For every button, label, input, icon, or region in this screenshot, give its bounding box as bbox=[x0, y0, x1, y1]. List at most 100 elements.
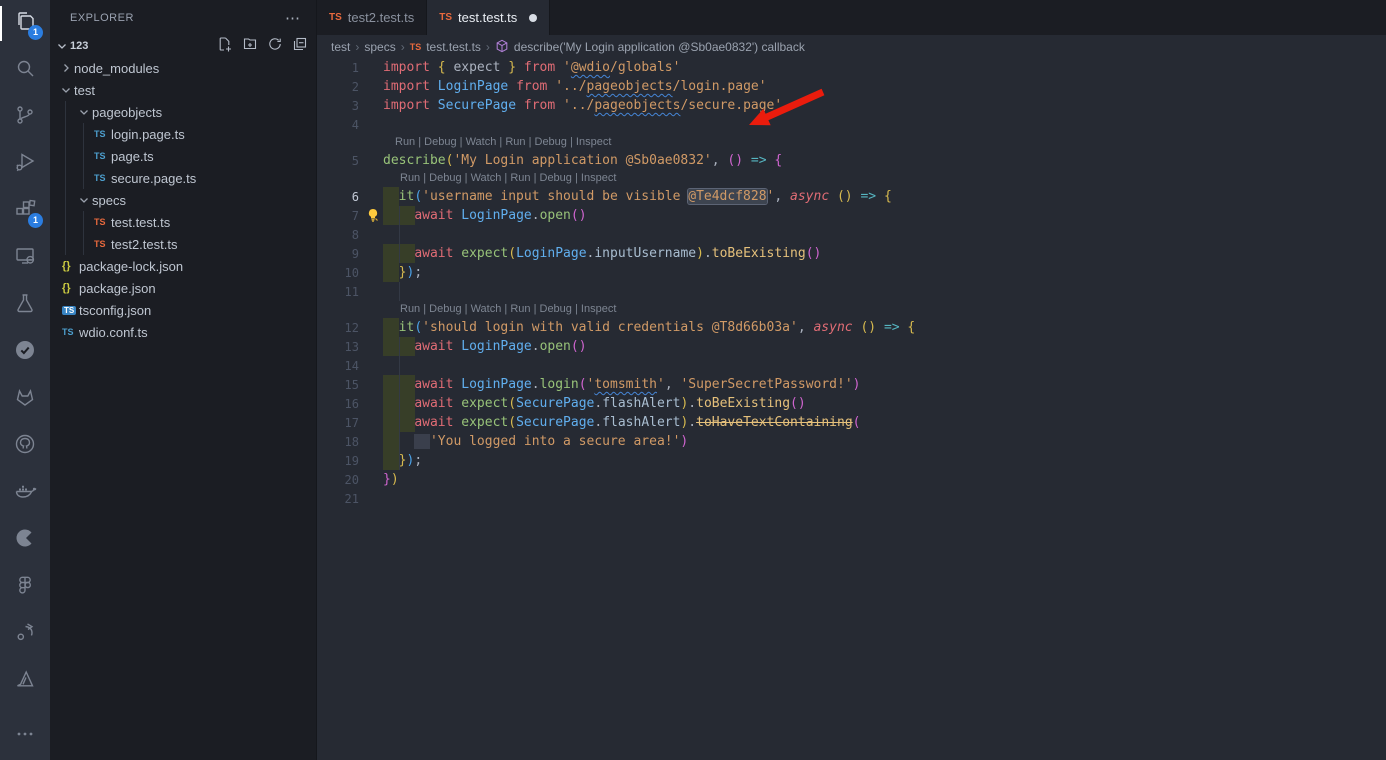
line-number: 5 bbox=[317, 154, 365, 168]
codelens-debug-link[interactable]: Debug bbox=[429, 303, 461, 315]
json-file-icon: {} bbox=[62, 282, 79, 294]
glyph-margin bbox=[365, 282, 383, 301]
codelens-watch-link[interactable]: Watch bbox=[471, 303, 502, 315]
breadcrumb-folder[interactable]: specs bbox=[364, 40, 395, 54]
typescript-icon: TS bbox=[410, 42, 422, 52]
codelens-watch-link[interactable]: Watch bbox=[466, 136, 497, 148]
new-file-icon[interactable] bbox=[217, 36, 233, 57]
activity-bar-spacer bbox=[0, 705, 50, 713]
tree-item-page.ts[interactable]: TSpage.ts bbox=[50, 145, 316, 167]
code-line-10: 10 }); bbox=[317, 263, 1386, 282]
tab-test2.test.ts[interactable]: TS test2.test.ts bbox=[317, 0, 427, 35]
code-line-13: 13 await LoginPage.open() bbox=[317, 337, 1386, 356]
codelens-debug-link[interactable]: Debug bbox=[540, 303, 572, 315]
activity-extensions[interactable]: 1 bbox=[0, 188, 50, 235]
codelens-run-link[interactable]: Run bbox=[400, 303, 420, 315]
activity-figma[interactable] bbox=[0, 564, 50, 611]
codelens-inspect-link[interactable]: Inspect bbox=[576, 136, 611, 148]
tree-item-label: test2.test.ts bbox=[111, 237, 177, 252]
activity-explorer[interactable]: 1 bbox=[0, 0, 50, 47]
explorer-sidebar: EXPLORER ⋯ 123 node_modules test pageobj… bbox=[50, 0, 317, 760]
tree-item-wdio.conf.ts[interactable]: TSwdio.conf.ts bbox=[50, 321, 316, 343]
activity-check[interactable] bbox=[0, 329, 50, 376]
codelens-inspect-link[interactable]: Inspect bbox=[581, 303, 616, 315]
glyph-margin[interactable] bbox=[365, 206, 383, 225]
breadcrumb-file[interactable]: test.test.ts bbox=[426, 40, 481, 54]
codelens-separator: | bbox=[496, 136, 505, 148]
tree-item-tsconfig.json[interactable]: TStsconfig.json bbox=[50, 299, 316, 321]
glyph-margin bbox=[365, 413, 383, 432]
typescript-file-icon: TS bbox=[94, 129, 111, 139]
indent-guide bbox=[399, 282, 400, 301]
codelens-run-link[interactable]: Run bbox=[505, 136, 525, 148]
code-line-12: 12 it('should login with valid credentia… bbox=[317, 318, 1386, 337]
code-line-19: 19 }); bbox=[317, 451, 1386, 470]
line-number: 17 bbox=[317, 416, 365, 430]
activity-run-and-debug[interactable] bbox=[0, 141, 50, 188]
activity-remote-explorer[interactable] bbox=[0, 235, 50, 282]
docker-icon bbox=[13, 479, 37, 508]
glyph-margin bbox=[365, 263, 383, 282]
activity-circle[interactable] bbox=[0, 517, 50, 564]
line-number: 4 bbox=[317, 118, 365, 132]
code-line-5: 5 describe('My Login application @Sb0ae0… bbox=[317, 151, 1386, 170]
typescript-file-icon: TS bbox=[62, 327, 79, 337]
codelens-debug-link[interactable]: Debug bbox=[429, 172, 461, 184]
new-folder-icon[interactable] bbox=[242, 36, 258, 57]
activity-source-control[interactable] bbox=[0, 94, 50, 141]
tree-item-node_modules[interactable]: node_modules bbox=[50, 57, 316, 79]
codelens-run-link[interactable]: Run bbox=[510, 172, 530, 184]
line-number: 14 bbox=[317, 359, 365, 373]
codelens-debug-link[interactable]: Debug bbox=[424, 136, 456, 148]
explorer-toolbar bbox=[217, 36, 308, 57]
codelens-run-link[interactable]: Run bbox=[510, 303, 530, 315]
tree-item-package-lock.json[interactable]: {}package-lock.json bbox=[50, 255, 316, 277]
activity-github[interactable] bbox=[0, 423, 50, 470]
workspace-section-header[interactable]: 123 bbox=[50, 35, 316, 57]
refresh-icon[interactable] bbox=[267, 36, 283, 57]
tree-item-secure.page.ts[interactable]: TSsecure.page.ts bbox=[50, 167, 316, 189]
editor-group: TS test2.test.ts TS test.test.ts test › … bbox=[317, 0, 1386, 760]
tree-item-label: tsconfig.json bbox=[79, 303, 151, 318]
code-editor[interactable]: 1 import { expect } from '@wdio/globals'… bbox=[317, 58, 1386, 760]
glyph-margin bbox=[365, 77, 383, 96]
activity-more-actions[interactable] bbox=[0, 713, 50, 760]
views-more-actions-icon[interactable]: ⋯ bbox=[281, 9, 304, 27]
activity-search[interactable] bbox=[0, 47, 50, 94]
tree-item-specs[interactable]: specs bbox=[50, 189, 316, 211]
activity-azure[interactable] bbox=[0, 658, 50, 705]
badge: 1 bbox=[28, 213, 43, 228]
glyph-margin bbox=[365, 337, 383, 356]
tree-item-pageobjects[interactable]: pageobjects bbox=[50, 101, 316, 123]
codelens-inspect-link[interactable]: Inspect bbox=[581, 172, 616, 184]
tree-item-test[interactable]: test bbox=[50, 79, 316, 101]
breadcrumb-folder[interactable]: test bbox=[331, 40, 350, 54]
tree-item-test.test.ts[interactable]: TStest.test.ts bbox=[50, 211, 316, 233]
chevron-right-icon bbox=[58, 60, 74, 76]
activity-testing[interactable] bbox=[0, 282, 50, 329]
breadcrumb-symbol[interactable]: describe('My Login application @Sb0ae083… bbox=[514, 40, 805, 54]
line-number: 3 bbox=[317, 99, 365, 113]
collapse-all-icon[interactable] bbox=[292, 36, 308, 57]
codelens-run-link[interactable]: Run bbox=[400, 172, 420, 184]
tab-label: test.test.ts bbox=[458, 10, 517, 25]
codelens-watch-link[interactable]: Watch bbox=[471, 172, 502, 184]
activity-docker[interactable] bbox=[0, 470, 50, 517]
tree-item-label: test.test.ts bbox=[111, 215, 170, 230]
tree-item-login.page.ts[interactable]: TSlogin.page.ts bbox=[50, 123, 316, 145]
code-line-1: 1 import { expect } from '@wdio/globals' bbox=[317, 58, 1386, 77]
json-file-icon: {} bbox=[62, 260, 79, 272]
activity-live-share[interactable] bbox=[0, 611, 50, 658]
codelens-debug-link[interactable]: Debug bbox=[535, 136, 567, 148]
codelens-separator: | bbox=[531, 172, 540, 184]
codelens-run-link[interactable]: Run bbox=[395, 136, 415, 148]
tab-test.test.ts[interactable]: TS test.test.ts bbox=[427, 0, 550, 35]
line-number: 11 bbox=[317, 285, 365, 299]
run-and-debug-icon bbox=[13, 150, 37, 179]
tree-item-test2.test.ts[interactable]: TStest2.test.ts bbox=[50, 233, 316, 255]
activity-gitlab[interactable] bbox=[0, 376, 50, 423]
modified-dot-icon[interactable] bbox=[529, 14, 537, 22]
tree-item-package.json[interactable]: {}package.json bbox=[50, 277, 316, 299]
codelens-separator: | bbox=[531, 303, 540, 315]
codelens-debug-link[interactable]: Debug bbox=[540, 172, 572, 184]
